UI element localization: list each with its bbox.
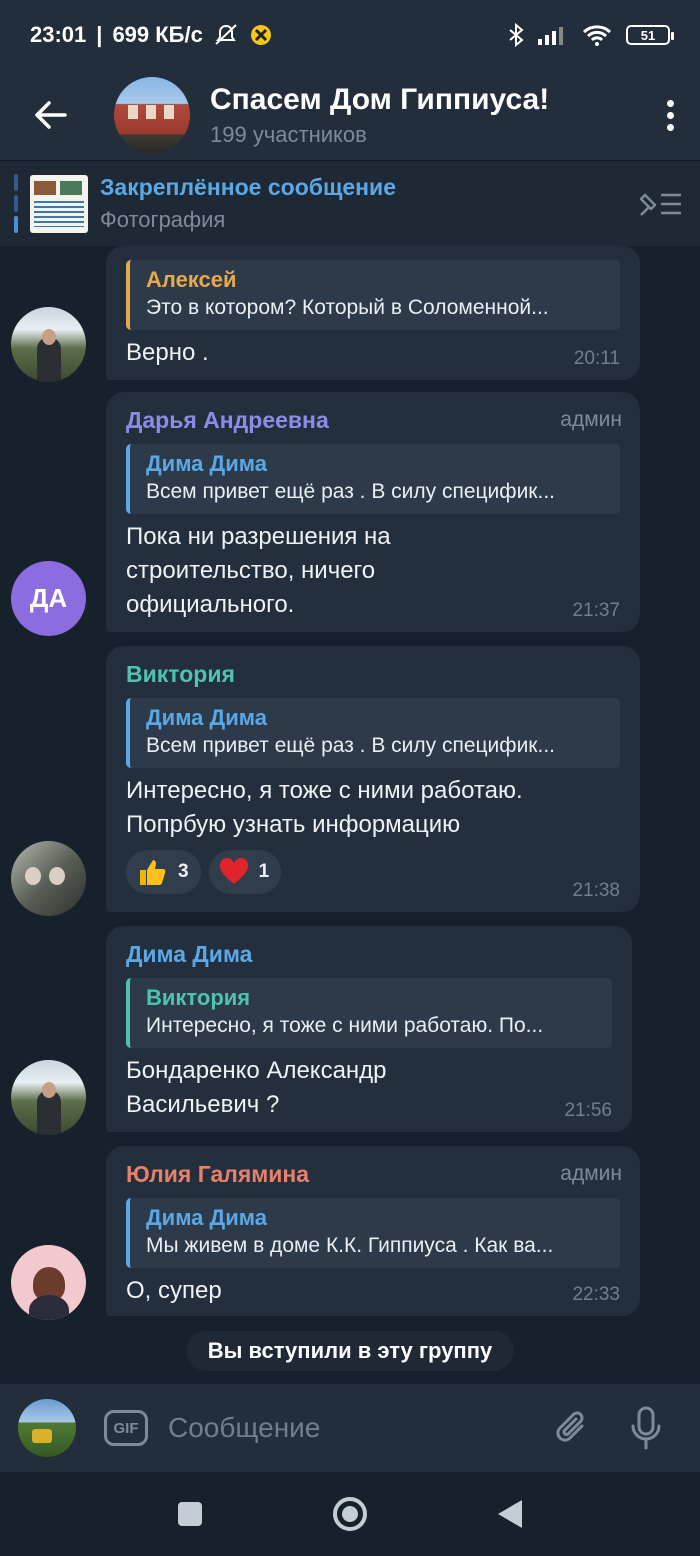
microphone-icon [631,1406,661,1450]
battery-icon: 51 [626,25,674,45]
message-bubble[interactable]: Дарья Андреевна админ Дима Дима Всем при… [106,392,640,632]
avatar-viktoria[interactable] [11,841,86,916]
dot-icon [666,99,674,107]
pin-list-icon [639,193,681,216]
chat-area[interactable]: Алексей Это в котором? Который в Соломен… [0,246,700,1384]
muted-bell-icon [213,23,239,47]
message-text: Пока ни разрешения на строительство, нич… [126,523,391,618]
reply-text: Всем привет ещё раз . В силу специфик... [146,480,555,503]
thumbs-up-icon [140,860,166,885]
avatar-dima[interactable] [11,307,86,382]
heart-icon [219,858,248,884]
reply-text: Это в котором? Который в Соломенной... [146,296,549,319]
message-author[interactable]: Виктория [126,660,620,688]
wifi-icon [582,24,612,46]
message-bubble[interactable]: Алексей Это в котором? Который в Соломен… [106,246,640,380]
status-bar: 23:01 | 699 КБ/с 51 [0,0,700,70]
attach-button[interactable] [542,1398,602,1458]
pinned-thumbnail [30,174,88,233]
pinned-indicator-segment [14,173,18,191]
message-time: 20:11 [573,348,620,369]
reply-preview[interactable]: Виктория Интересно, я тоже с ними работа… [126,978,612,1048]
admin-badge: админ [560,408,622,431]
status-time: 23:01 [30,22,87,47]
reply-preview[interactable]: Алексей Это в котором? Который в Соломен… [126,260,620,330]
reply-preview[interactable]: Дима Дима Всем привет ещё раз . В силу с… [126,698,620,768]
pinned-title: Закреплённое сообщение [100,174,396,200]
signal-icon [538,25,568,45]
avatar-initials: ДА [29,583,68,613]
reply-author: Дима Дима [146,705,267,730]
message-time: 21:38 [572,880,620,901]
network-speed: 699 КБ/с [112,22,203,47]
reply-author: Дима Дима [146,451,267,476]
pinned-indicator-segment [14,194,18,213]
reaction-thumbs-up[interactable]: 3 [126,850,201,894]
pinned-indicator-segment-active [14,216,18,234]
message-author[interactable]: Юлия Галямина [126,1160,620,1188]
reply-text: Интересно, я тоже с ними работаю. По... [146,1014,544,1037]
bluetooth-icon [508,23,524,47]
reply-author: Алексей [146,267,237,292]
reply-author: Дима Дима [146,1205,267,1230]
home-button[interactable] [325,1489,375,1539]
voice-record-button[interactable] [616,1398,676,1458]
reply-preview[interactable]: Дима Дима Всем привет ещё раз . В силу с… [126,444,620,514]
message-author[interactable]: Дарья Андреевна [126,406,620,434]
reactions: 3 1 [126,850,620,894]
system-message: Вы вступили в эту группу [186,1331,514,1371]
message-time: 22:33 [572,1284,620,1305]
gif-button[interactable]: GIF [104,1410,148,1446]
square-icon [178,1502,202,1526]
avatar-julia[interactable] [11,1245,86,1320]
message-input[interactable] [168,1412,542,1444]
reply-text: Мы живем в доме К.К. Гиппиуса . Как ва..… [146,1234,554,1257]
pinned-list-button[interactable] [620,189,700,219]
status-separator: | [96,22,103,47]
reply-text: Всем привет ещё раз . В силу специфик... [146,734,555,757]
paperclip-icon [556,1411,584,1442]
avatar-darya[interactable]: ДА [11,561,86,636]
message-text: О, супер [126,1277,222,1304]
pinned-message-bar[interactable]: Закреплённое сообщение Фотография [0,160,700,246]
circle-icon [333,1497,367,1531]
message-time: 21:56 [564,1100,612,1121]
back-nav-button[interactable] [485,1489,535,1539]
member-count: 199 участников [210,122,367,147]
chat-header: Спасем Дом Гиппиуса! 199 участников [0,70,700,160]
message-text: Интересно, я тоже с ними работаю. Попрбу… [126,777,523,838]
message-time: 21:37 [572,600,620,621]
recents-button[interactable] [165,1489,215,1539]
avatar-dima[interactable] [11,1060,86,1135]
composer: GIF [0,1384,700,1472]
send-as-avatar[interactable] [18,1399,76,1457]
back-arrow-icon [35,101,67,129]
group-title: Спасем Дом Гиппиуса! [210,83,550,116]
group-info[interactable]: Спасем Дом Гиппиуса! 199 участников [210,82,640,148]
triangle-back-icon [498,1500,522,1528]
pinned-indicator [14,173,18,234]
message-text: Бондаренко Александр Васильевич ? [126,1057,387,1118]
app-notification-icon [249,23,273,47]
pinned-subtitle: Фотография [100,207,226,232]
message-bubble[interactable]: Виктория Дима Дима Всем привет ещё раз .… [106,646,640,912]
reaction-count: 1 [258,861,270,882]
group-avatar[interactable] [114,77,190,153]
reply-preview[interactable]: Дима Дима Мы живем в доме К.К. Гиппиуса … [126,1198,620,1268]
reaction-heart[interactable]: 1 [208,850,282,894]
message-bubble[interactable]: Юлия Галямина админ Дима Дима Мы живем в… [106,1146,640,1316]
dot-icon [666,111,674,119]
message-text: Верно . [126,339,209,366]
system-navigation-bar [0,1472,700,1556]
more-menu-button[interactable] [640,70,700,160]
dot-icon [666,123,674,131]
reaction-count: 3 [178,861,189,882]
reply-author: Виктория [146,985,251,1010]
admin-badge: админ [560,1162,622,1185]
message-bubble[interactable]: Дима Дима Виктория Интересно, я тоже с н… [106,926,632,1132]
message-author[interactable]: Дима Дима [126,940,612,968]
back-button[interactable] [0,70,100,160]
